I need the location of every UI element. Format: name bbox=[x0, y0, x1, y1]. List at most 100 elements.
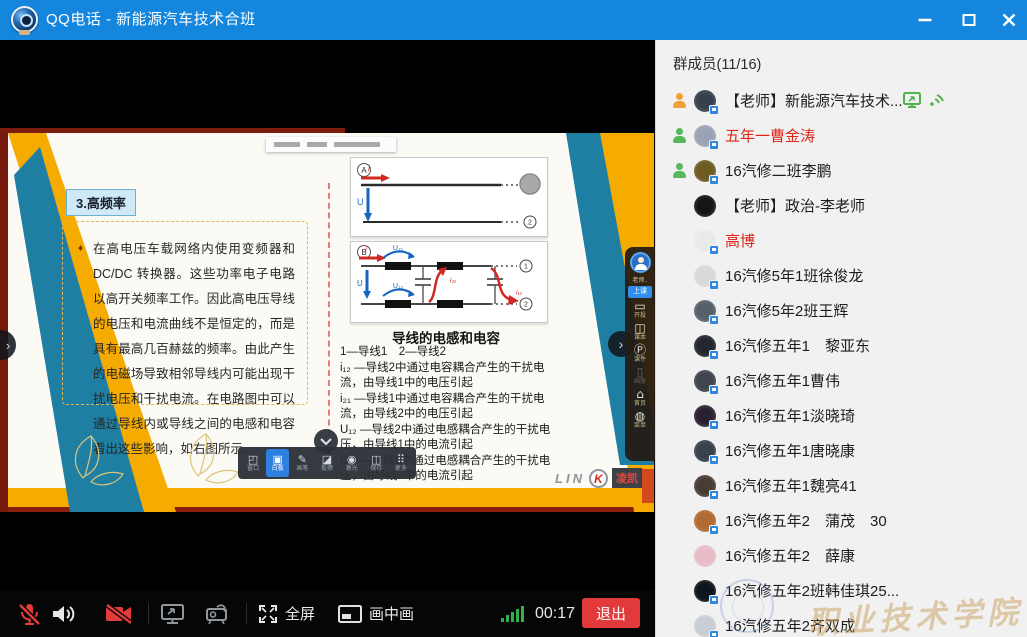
teacher-avatar[interactable] bbox=[630, 252, 651, 273]
sidebar-tool-icon: ▯ bbox=[637, 366, 644, 379]
member-name: 16汽修五年1魏亮41 bbox=[725, 475, 857, 496]
avatar bbox=[694, 335, 716, 357]
member-row[interactable]: 16汽修五年1淡晓琦 bbox=[656, 398, 1027, 433]
mobile-badge bbox=[709, 385, 719, 395]
annotation-tool[interactable]: ◫ 保存 bbox=[365, 449, 388, 477]
diagram-a: A i U 2 bbox=[350, 157, 548, 237]
mobile-badge bbox=[709, 490, 719, 500]
mobile-badge bbox=[709, 315, 719, 325]
leaf-decoration bbox=[63, 416, 248, 488]
slide-text-box: ♦ 在高电压车载网络内使用变频器和 DC/DC 转换器。这些功率电子电路以高开关… bbox=[62, 221, 308, 405]
sidebar-tool-icon: Ⓟ bbox=[634, 344, 646, 357]
annotation-tool[interactable]: ◰ 窗口 bbox=[242, 449, 265, 477]
annotation-tool[interactable]: ▣ 白板 bbox=[266, 449, 289, 477]
member-row[interactable]: 16汽修五年1曹伟 bbox=[656, 363, 1027, 398]
member-row[interactable]: 【老师】政治-李老师 bbox=[656, 188, 1027, 223]
members-panel: 群成员(11/16) 【老师】新能源汽车技术... bbox=[655, 40, 1027, 637]
avatar bbox=[694, 230, 716, 252]
avatar bbox=[694, 300, 716, 322]
sidebar-tool[interactable]: ▯ 画册 bbox=[625, 366, 655, 386]
svg-text:U: U bbox=[357, 279, 363, 288]
member-row[interactable]: 16汽修五年2班韩佳琪25... bbox=[656, 573, 1027, 608]
annotation-tool[interactable]: ⠿ 更多 bbox=[389, 449, 412, 477]
member-row[interactable]: 五年一曹金涛 bbox=[656, 118, 1027, 153]
annotation-tool-icon: ◫ bbox=[371, 454, 381, 466]
avatar bbox=[694, 160, 716, 182]
member-name: 16汽修五年1曹伟 bbox=[725, 370, 840, 391]
member-row[interactable]: 16汽修5年1班徐俊龙 bbox=[656, 258, 1027, 293]
member-row[interactable]: 16汽修五年2 蒲茂 30 bbox=[656, 503, 1027, 538]
sidebar-tool[interactable]: ◫ 课本 bbox=[625, 322, 655, 342]
mobile-badge bbox=[709, 420, 719, 430]
member-row[interactable]: 16汽修五年1魏亮41 bbox=[656, 468, 1027, 503]
annotation-tool[interactable]: ◪ 板擦 bbox=[316, 449, 339, 477]
column-divider bbox=[328, 183, 330, 455]
mobile-badge bbox=[709, 350, 719, 360]
presentation-share-button[interactable] bbox=[204, 590, 231, 637]
sidebar-tool[interactable]: Ⓟ 课件 bbox=[625, 344, 655, 364]
member-name: 【老师】政治-李老师 bbox=[725, 195, 865, 216]
sidebar-tool[interactable]: ⌂ 首页 bbox=[625, 388, 655, 408]
teacher-name-label: 老师.. bbox=[632, 275, 647, 284]
member-row[interactable]: 16汽修5年2班王辉 bbox=[656, 293, 1027, 328]
member-name: 16汽修五年2班韩佳琪25... bbox=[725, 580, 899, 601]
lin-k-logo: LIN K 凌凯 bbox=[555, 468, 642, 488]
avatar bbox=[694, 195, 716, 217]
svg-text:U₁₂: U₁₂ bbox=[393, 283, 403, 290]
member-row[interactable]: 【老师】新能源汽车技术... bbox=[656, 83, 1027, 118]
annotation-tool[interactable]: ◉ 激光 bbox=[340, 449, 363, 477]
minimize-button[interactable] bbox=[908, 0, 942, 40]
member-name: 16汽修五年1淡晓琦 bbox=[725, 405, 855, 426]
member-name: 16汽修5年2班王辉 bbox=[725, 300, 848, 321]
member-list: 【老师】新能源汽车技术... bbox=[656, 83, 1027, 637]
member-row[interactable]: 16汽修五年2 薛康 bbox=[656, 538, 1027, 573]
shared-screen-area: 3.高频率 ♦ 在高电压车载网络内使用变频器和 DC/DC 转换器。这些功率电子… bbox=[0, 40, 655, 637]
avatar bbox=[694, 580, 716, 602]
sidebar-tool-label: 课本 bbox=[634, 335, 646, 342]
maximize-button[interactable] bbox=[952, 0, 986, 40]
mobile-badge bbox=[709, 525, 719, 535]
annotation-tool[interactable]: ✎ 画笔 bbox=[291, 449, 314, 477]
exit-call-button[interactable]: 退出 bbox=[582, 598, 640, 628]
member-row[interactable]: 16汽修二班李鹏 bbox=[656, 153, 1027, 188]
annotation-tool-label: 窗口 bbox=[247, 466, 259, 473]
mobile-badge bbox=[709, 595, 719, 605]
avatar bbox=[694, 265, 716, 287]
member-status-icon bbox=[672, 93, 687, 108]
speaker-button[interactable] bbox=[50, 590, 76, 637]
member-row[interactable]: 16汽修五年1 黎亚东 bbox=[656, 328, 1027, 363]
annotation-tool-label: 画笔 bbox=[296, 466, 308, 473]
camera-off-button[interactable] bbox=[104, 590, 134, 637]
pip-button[interactable]: 画中画 bbox=[338, 590, 414, 637]
fullscreen-button[interactable]: 全屏 bbox=[258, 590, 315, 637]
close-button[interactable] bbox=[992, 0, 1026, 40]
avatar bbox=[694, 475, 716, 497]
diagram-caption: 导线的电感和电容 bbox=[340, 327, 552, 347]
toolbar-divider bbox=[148, 603, 149, 624]
member-row[interactable]: 16汽修五年1唐晓康 bbox=[656, 433, 1027, 468]
mobile-badge bbox=[709, 105, 719, 115]
svg-text:U: U bbox=[357, 197, 364, 207]
member-name: 16汽修五年2 蒲茂 30 bbox=[725, 510, 887, 531]
member-row[interactable]: 高博 bbox=[656, 223, 1027, 258]
titlebar: QQ电话 - 新能源汽车技术合班 bbox=[0, 0, 1027, 40]
member-name: 16汽修五年1 黎亚东 bbox=[725, 335, 870, 356]
screen-share-button[interactable] bbox=[160, 590, 187, 637]
svg-text:A: A bbox=[361, 166, 367, 175]
microphone-muted-button[interactable] bbox=[16, 590, 42, 637]
member-name: 16汽修五年2齐双成 bbox=[725, 615, 855, 636]
class-button[interactable]: 上课 bbox=[628, 286, 652, 298]
svg-text:i₁₂: i₁₂ bbox=[516, 289, 522, 296]
speaking-audio-icon bbox=[929, 93, 945, 109]
member-name: 16汽修五年1唐晓康 bbox=[725, 440, 855, 461]
avatar bbox=[694, 510, 716, 532]
teach-sidebar: 老师.. 上课 ▭ 开投 ◫ 课本 Ⓟ 课件 ▯ bbox=[625, 247, 655, 461]
sidebar-tool[interactable]: ◍ 菜单 bbox=[625, 410, 655, 430]
avatar bbox=[694, 440, 716, 462]
sidebar-tool[interactable]: ▭ 开投 bbox=[625, 300, 655, 320]
svg-text:i₂₁: i₂₁ bbox=[450, 277, 456, 284]
avatar bbox=[694, 125, 716, 147]
mobile-badge bbox=[709, 280, 719, 290]
member-row[interactable]: 16汽修五年2齐双成 bbox=[656, 608, 1027, 637]
share-info-tag bbox=[266, 137, 396, 152]
